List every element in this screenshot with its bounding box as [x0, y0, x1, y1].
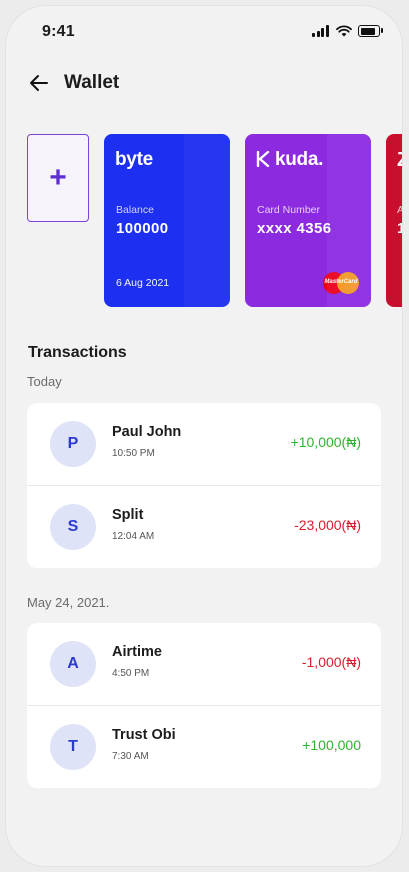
header: Wallet: [26, 68, 119, 98]
transaction-amount: +100,000: [302, 737, 361, 753]
status-bar: 9:41: [6, 6, 402, 60]
status-icons: [312, 25, 383, 37]
signal-icon: [312, 25, 330, 37]
transaction-time: 7:30 AM: [112, 751, 149, 762]
transaction-time: 10:50 PM: [112, 448, 155, 459]
transaction-name: Trust Obi: [112, 727, 176, 743]
avatar: A: [50, 641, 96, 687]
status-time: 9:41: [42, 23, 75, 40]
transaction-row[interactable]: P Paul John 10:50 PM +10,000(₦): [27, 403, 381, 485]
mastercard-logo: MasterCard: [323, 271, 359, 295]
group-label-today: Today: [27, 374, 62, 389]
card-label: A: [397, 204, 402, 216]
kuda-card[interactable]: kuda. Card Number xxxx 4356 MasterCard: [245, 134, 371, 307]
card-date: 6 Aug 2021: [116, 277, 170, 289]
transactions-date-list: A Airtime 4:50 PM -1,000(₦) T Trust Obi …: [27, 623, 381, 788]
transaction-time: 4:50 PM: [112, 668, 150, 679]
partial-card[interactable]: Z A 1: [386, 134, 402, 307]
transaction-name: Paul John: [112, 424, 182, 440]
card-number-label: Card Number: [257, 204, 321, 216]
page-title: Wallet: [64, 72, 120, 93]
phone-screen: 9:41 Wallet + byte Balance 100000 6 Aug …: [6, 6, 402, 866]
transaction-name: Airtime: [112, 644, 162, 660]
transactions-today-list: P Paul John 10:50 PM +10,000(₦) S Split …: [27, 403, 381, 568]
plus-icon: +: [49, 161, 67, 194]
byte-card[interactable]: byte Balance 100000 6 Aug 2021: [104, 134, 230, 307]
battery-icon: [358, 25, 383, 37]
card-balance-value: 100000: [116, 220, 169, 237]
transaction-row[interactable]: S Split 12:04 AM -23,000(₦): [27, 485, 381, 568]
transaction-time: 12:04 AM: [112, 531, 155, 542]
card-value: 1: [397, 220, 402, 237]
card-number-value: xxxx 4356: [257, 220, 332, 237]
group-label-date: May 24, 2021.: [27, 595, 110, 610]
avatar: S: [50, 504, 96, 550]
avatar: T: [50, 724, 96, 770]
back-button[interactable]: [26, 70, 52, 96]
avatar: P: [50, 421, 96, 467]
wifi-icon: [336, 25, 352, 37]
transactions-title: Transactions: [28, 344, 127, 361]
kuda-logo-icon: [256, 150, 270, 168]
transaction-name: Split: [112, 507, 144, 523]
card-brand-name: kuda.: [274, 149, 324, 170]
transaction-amount: +10,000(₦): [290, 434, 361, 450]
card-brand: kuda.: [256, 149, 323, 171]
transaction-row[interactable]: A Airtime 4:50 PM -1,000(₦): [27, 623, 381, 705]
arrow-left-icon: [30, 75, 48, 91]
card-balance-label: Balance: [116, 204, 154, 216]
transaction-amount: -1,000(₦): [301, 654, 361, 670]
add-card-button[interactable]: +: [27, 134, 89, 222]
mastercard-text: MasterCard: [324, 279, 358, 285]
transaction-row[interactable]: T Trust Obi 7:30 AM +100,000: [27, 705, 381, 788]
card-brand: Z: [397, 149, 402, 172]
card-brand: byte: [115, 149, 153, 170]
transaction-amount: -23,000(₦): [294, 517, 361, 533]
cards-carousel[interactable]: + byte Balance 100000 6 Aug 2021 kuda. C…: [27, 134, 402, 310]
